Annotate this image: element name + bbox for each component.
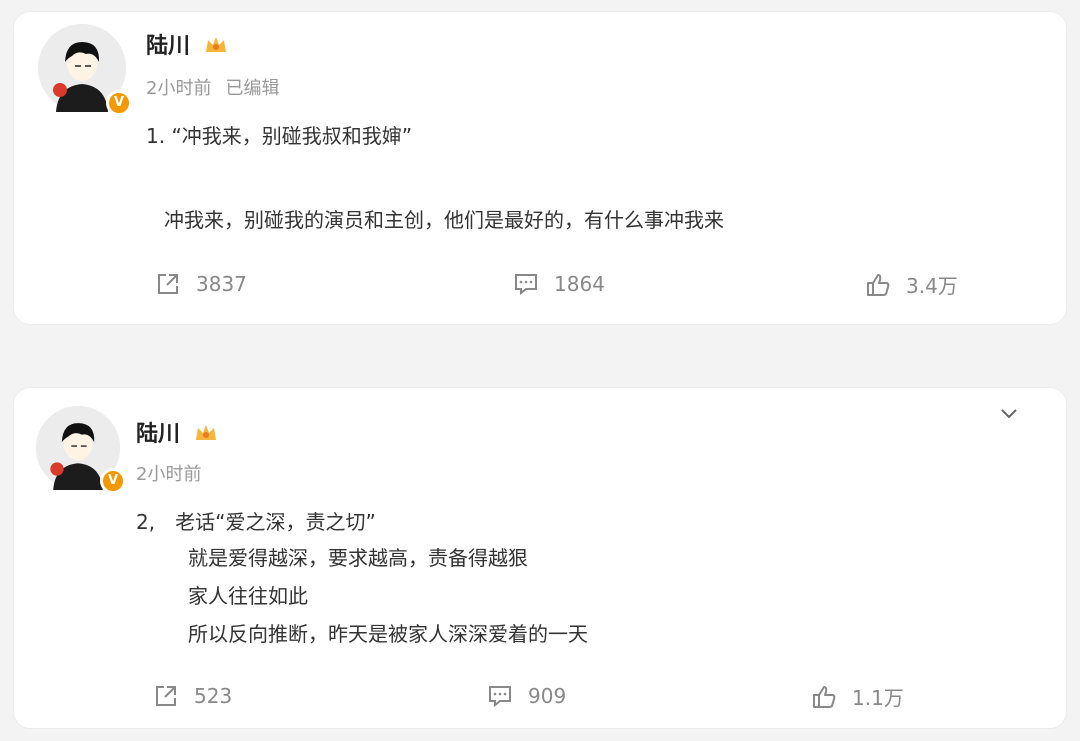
post-time: 2小时前 [146, 78, 212, 99]
chevron-down-icon[interactable] [998, 402, 1020, 424]
like-button[interactable]: 3.4万 [864, 270, 958, 299]
comment-button[interactable]: 1864 [512, 270, 605, 298]
crown-icon [205, 37, 226, 52]
avatar[interactable]: V [38, 24, 132, 116]
post-text-line: 2, 老话“爱之深，责之切” [136, 510, 376, 534]
like-count: 1.1万 [852, 686, 904, 710]
post-text-line: 就是爱得越深，要求越高，责备得越狠 [188, 546, 528, 570]
edited-label: 已编辑 [225, 78, 280, 99]
username[interactable]: 陆川 [136, 416, 218, 448]
repost-button[interactable]: 3837 [154, 270, 247, 298]
share-icon [158, 274, 178, 294]
like-count: 3.4万 [906, 274, 958, 298]
verified-icon: V [106, 90, 132, 116]
like-icon [813, 685, 836, 708]
repost-count: 523 [194, 684, 233, 708]
like-button[interactable]: 1.1万 [810, 682, 904, 711]
post-card: V 陆川 2小时前 已编辑 1. “冲我来，别碰我叔和我婶” 冲我来，别碰我的演员… [14, 12, 1066, 324]
comment-icon [515, 274, 537, 296]
crown-icon [195, 425, 216, 440]
like-icon [867, 273, 890, 296]
post-text-line: 家人往往如此 [188, 584, 308, 608]
username[interactable]: 陆川 [146, 28, 228, 60]
avatar[interactable]: V [36, 406, 126, 494]
post-meta: 2小时前 已编辑 [146, 74, 279, 100]
post-text-line: 1. “冲我来，别碰我叔和我婶” [146, 124, 413, 148]
comment-count: 1864 [554, 272, 605, 296]
post-text-line: 冲我来，别碰我的演员和主创，他们是最好的，有什么事冲我来 [164, 208, 724, 232]
post-card: V 陆川 2小时前 2, 老话“爱之深，责之切” 就是爱得越深，要求越高，责备得… [14, 388, 1066, 728]
post-time: 2小时前 [136, 464, 202, 485]
comment-count: 909 [528, 684, 567, 708]
post-text-line: 所以反向推断，昨天是被家人深深爱着的一天 [188, 622, 588, 646]
repost-button[interactable]: 523 [152, 682, 232, 710]
post-meta: 2小时前 [136, 460, 201, 486]
comment-button[interactable]: 909 [486, 682, 566, 710]
verified-icon: V [100, 468, 126, 494]
comment-icon [489, 686, 511, 708]
repost-count: 3837 [196, 272, 247, 296]
share-icon [156, 686, 176, 706]
